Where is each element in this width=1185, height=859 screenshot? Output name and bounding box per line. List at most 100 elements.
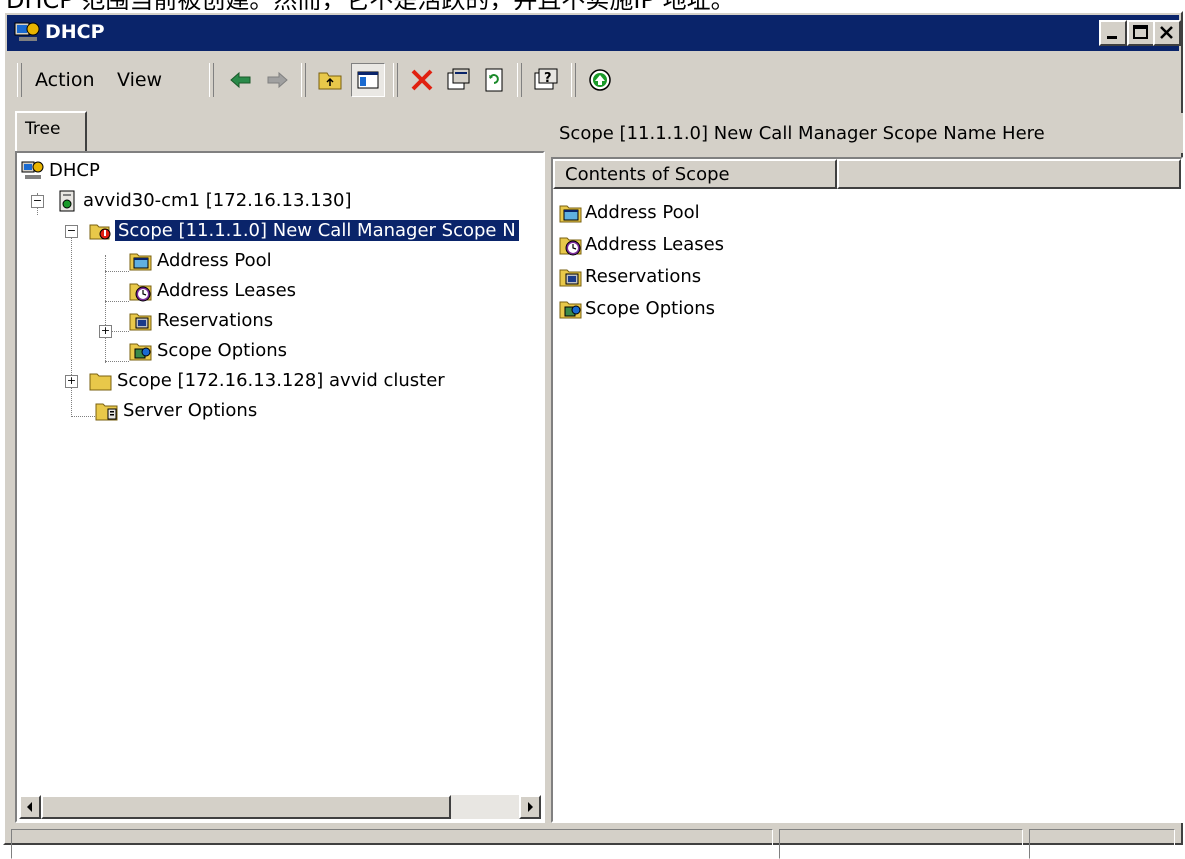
menu-action[interactable]: Action <box>35 69 95 91</box>
list-item-label: Address Leases <box>585 234 725 255</box>
show-hide-tree-icon <box>357 71 379 89</box>
tree-item-server-options[interactable]: Server Options <box>95 399 395 425</box>
arrow-left-icon <box>27 802 32 812</box>
toolbar-grip <box>209 63 214 97</box>
expand-toggle[interactable]: + <box>65 375 78 388</box>
list-item-address-pool[interactable]: Address Pool <box>559 201 859 227</box>
tree-label: Address Leases <box>157 280 297 301</box>
address-pool-icon <box>559 205 582 223</box>
toolbar-grip <box>17 63 22 97</box>
tree-line <box>71 225 72 417</box>
tree-line <box>105 271 129 272</box>
maximize-button[interactable] <box>1127 20 1155 46</box>
toolbar-grip <box>517 63 522 97</box>
minimize-button[interactable] <box>1099 20 1127 46</box>
status-panel <box>779 829 1023 859</box>
tree-label: Scope Options <box>157 340 288 361</box>
collapse-toggle[interactable]: − <box>65 225 78 238</box>
menu-view[interactable]: View <box>117 69 162 91</box>
tree-item-server[interactable]: avvid30-cm1 [172.16.13.130] <box>55 189 515 215</box>
address-pool-icon <box>129 253 152 271</box>
maximize-icon <box>1133 25 1148 39</box>
delete-icon <box>411 69 433 91</box>
address-leases-icon <box>559 237 582 256</box>
address-leases-icon <box>129 283 152 302</box>
server-options-icon <box>95 403 118 421</box>
toolbar-grip <box>571 63 576 97</box>
tree-label: Reservations <box>157 310 274 331</box>
collapse-toggle[interactable]: − <box>31 195 44 208</box>
details-header: Scope [11.1.1.0] New Call Manager Scope … <box>551 113 1183 153</box>
dhcp-icon <box>14 22 40 41</box>
status-bar <box>9 829 1177 859</box>
window-title: DHCP <box>45 21 105 43</box>
list-item-label: Address Pool <box>585 202 700 223</box>
scroll-left-button[interactable] <box>19 795 41 819</box>
activate-button[interactable] <box>583 63 617 97</box>
help-icon: ? <box>534 68 558 90</box>
tree-tabstrip: Tree <box>9 111 541 151</box>
tree-label: Scope [172.16.13.128] avvid cluster <box>117 370 445 391</box>
status-panel <box>11 829 773 859</box>
tree-label: Address Pool <box>157 250 272 271</box>
back-arrow-icon <box>230 71 251 89</box>
expand-toggle[interactable]: + <box>99 325 112 338</box>
tree-label: Scope [11.1.1.0] New Call Manager Scope … <box>115 220 519 241</box>
help-button[interactable]: ? <box>529 63 563 97</box>
scope-options-icon <box>129 343 152 361</box>
tree-item-reservations[interactable]: Reservations <box>129 309 429 335</box>
mmc-window: DHCP Action View ? Tree DHCP − avvid30-c… <box>3 11 1183 859</box>
scope-options-icon <box>559 301 582 319</box>
refresh-icon <box>485 68 503 92</box>
reservations-icon <box>129 313 152 331</box>
title-bar[interactable]: DHCP <box>7 15 1181 51</box>
toolbar-grip <box>301 63 306 97</box>
tree-item-scope-options[interactable]: Scope Options <box>129 339 429 365</box>
page-caption: DHCP 范围当前被创建。然而，它不是活跃的，并且不实施IP 地址。 <box>6 0 735 10</box>
forward-button[interactable] <box>261 63 295 97</box>
server-icon <box>59 190 75 212</box>
show-hide-tree-button[interactable] <box>351 63 385 97</box>
folder-icon <box>89 373 112 391</box>
details-pane[interactable]: Contents of Scope Address Pool Address L… <box>551 157 1183 823</box>
svg-text:?: ? <box>544 71 552 86</box>
toolbar-grip <box>393 63 398 97</box>
tree-line <box>71 416 97 417</box>
list-item-scope-options[interactable]: Scope Options <box>559 297 859 323</box>
tree-label: DHCP <box>49 160 100 181</box>
reservations-icon <box>559 269 582 287</box>
tree-label: Server Options <box>123 400 258 421</box>
refresh-button[interactable] <box>477 63 511 97</box>
list-item-label: Scope Options <box>585 298 716 319</box>
close-icon <box>1160 26 1173 39</box>
tree-line <box>111 331 129 332</box>
arrow-right-icon <box>528 802 533 812</box>
tree-pane[interactable]: DHCP − avvid30-cm1 [172.16.13.130] − Sco… <box>15 151 545 823</box>
list-item-reservations[interactable]: Reservations <box>559 265 859 291</box>
scrollbar-thumb[interactable] <box>41 795 451 819</box>
tree-item-dhcp[interactable]: DHCP <box>21 159 221 185</box>
tree-line <box>105 301 129 302</box>
properties-button[interactable] <box>441 63 475 97</box>
tree-line <box>105 361 129 362</box>
scroll-right-button[interactable] <box>519 795 541 819</box>
minimize-icon <box>1107 36 1117 39</box>
tree-item-scope-avvid-cluster[interactable]: Scope [172.16.13.128] avvid cluster <box>89 369 529 395</box>
tree-label: avvid30-cm1 [172.16.13.130] <box>83 190 352 211</box>
scope-folder-icon <box>89 224 111 240</box>
tab-tree[interactable]: Tree <box>15 111 87 151</box>
column-header-contents[interactable]: Contents of Scope <box>553 159 837 189</box>
close-button[interactable] <box>1153 20 1181 46</box>
tree-item-address-leases[interactable]: Address Leases <box>129 279 429 305</box>
tree-item-scope-selected[interactable]: Scope [11.1.1.0] New Call Manager Scope … <box>89 219 545 245</box>
up-one-level-button[interactable] <box>313 63 347 97</box>
column-header-blank[interactable] <box>837 159 1181 189</box>
horizontal-scrollbar[interactable] <box>19 795 541 819</box>
tree-item-address-pool[interactable]: Address Pool <box>129 249 429 275</box>
back-button[interactable] <box>223 63 257 97</box>
status-panel <box>1029 829 1175 859</box>
delete-button[interactable] <box>405 63 439 97</box>
dhcp-icon <box>21 161 44 179</box>
activate-icon <box>589 69 611 91</box>
list-item-address-leases[interactable]: Address Leases <box>559 233 859 259</box>
